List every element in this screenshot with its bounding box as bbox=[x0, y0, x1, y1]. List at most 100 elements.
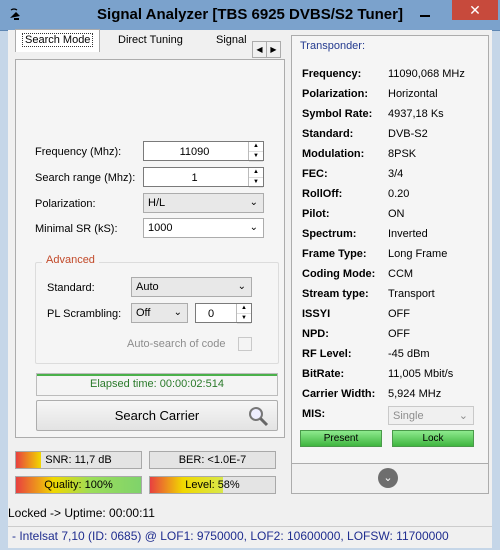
transponder-value: 8PSK bbox=[388, 148, 417, 160]
tab-label: Direct Tuning bbox=[118, 34, 183, 46]
tab-signal[interactable]: Signal bbox=[210, 30, 253, 50]
frequency-input[interactable]: 11090 ▲ ▼ bbox=[143, 141, 264, 162]
locked-status: Locked -> Uptime: 00:00:11 bbox=[8, 506, 155, 520]
pl-code-stepper[interactable]: ▲ ▼ bbox=[236, 304, 251, 324]
quality-text: Quality: 100% bbox=[44, 479, 113, 491]
transponder-value: 11090,068 MHz bbox=[388, 68, 465, 80]
pl-code-input[interactable]: 0 ▲ ▼ bbox=[195, 303, 252, 324]
tab-scroll-arrows: ◀ ▶ bbox=[252, 41, 281, 58]
transponder-key: ISSYI bbox=[302, 308, 331, 320]
satellite-info-bar: - Intelsat 7,10 (ID: 0685) @ LOF1: 97500… bbox=[8, 526, 492, 548]
transponder-value: 5,924 MHz bbox=[388, 388, 442, 400]
chevron-down-circle-icon: ⌄ bbox=[378, 468, 398, 488]
transponder-key: NPD: bbox=[302, 328, 329, 340]
transponder-key: Frame Type: bbox=[302, 248, 367, 260]
transponder-key: Coding Mode: bbox=[302, 268, 376, 280]
transponder-key: Stream type: bbox=[302, 288, 369, 300]
lock-indicator: Lock bbox=[392, 430, 474, 447]
transponder-value: OFF bbox=[388, 308, 410, 320]
auto-search-checkbox[interactable] bbox=[238, 337, 252, 351]
transponder-row: Modulation: 8PSK bbox=[302, 148, 482, 166]
chevron-down-icon[interactable]: ▼ bbox=[249, 152, 263, 162]
search-carrier-label: Search Carrier bbox=[114, 408, 200, 423]
advanced-title: Advanced bbox=[42, 254, 99, 266]
transponder-row: FEC: 3/4 bbox=[302, 168, 482, 186]
polarization-value: H/L bbox=[148, 197, 166, 209]
chevron-down-icon[interactable]: ▼ bbox=[249, 178, 263, 188]
minimal-sr-select[interactable]: 1000 ⌄ bbox=[143, 218, 264, 238]
transponder-key: RollOff: bbox=[302, 188, 343, 200]
tab-search-mode[interactable]: Search Mode bbox=[15, 29, 101, 52]
pl-code-value: 0 bbox=[208, 308, 215, 320]
transponder-key: Standard: bbox=[302, 128, 354, 140]
minimal-sr-value: 1000 bbox=[148, 222, 173, 234]
transponder-key: BitRate: bbox=[302, 368, 345, 380]
tab-scroll-left-icon[interactable]: ◀ bbox=[252, 41, 267, 58]
transponder-key: Pilot: bbox=[302, 208, 330, 220]
transponder-row: Spectrum: Inverted bbox=[302, 228, 482, 246]
transponder-row: Polarization: Horizontal bbox=[302, 88, 482, 106]
chevron-down-icon[interactable]: ▼ bbox=[237, 314, 251, 324]
transponder-key: Spectrum: bbox=[302, 228, 357, 240]
transponder-value: 3/4 bbox=[388, 168, 404, 180]
transponder-value: Inverted bbox=[388, 228, 428, 240]
standard-select[interactable]: Auto ⌄ bbox=[131, 277, 252, 297]
pl-scrambling-select[interactable]: Off ⌄ bbox=[131, 303, 188, 323]
standard-value: Auto bbox=[136, 281, 159, 293]
frequency-value: 11090 bbox=[179, 146, 210, 158]
tab-label: Search Mode bbox=[22, 33, 94, 47]
transponder-row: Symbol Rate: 4937,18 Ks bbox=[302, 108, 482, 126]
tab-scroll-right-icon[interactable]: ▶ bbox=[266, 41, 281, 58]
chevron-up-icon[interactable]: ▲ bbox=[237, 304, 251, 314]
mis-select[interactable]: Single ⌄ bbox=[388, 406, 474, 425]
chevron-down-icon: ⌄ bbox=[249, 197, 258, 208]
ber-text: BER: <1.0E-7 bbox=[178, 454, 247, 466]
transponder-value: -45 dBm bbox=[388, 348, 430, 360]
transponder-key: Modulation: bbox=[302, 148, 365, 160]
transponder-title: Transponder: bbox=[300, 40, 366, 52]
transponder-row: RF Level: -45 dBm bbox=[302, 348, 482, 366]
frequency-stepper[interactable]: ▲ ▼ bbox=[248, 142, 263, 162]
level-text: Level: 58% bbox=[185, 479, 240, 491]
transponder-value: Horizontal bbox=[388, 88, 438, 100]
transponder-row: Pilot: ON bbox=[302, 208, 482, 226]
polarization-select[interactable]: H/L ⌄ bbox=[143, 193, 264, 213]
search-range-input[interactable]: 1 ▲ ▼ bbox=[143, 167, 264, 188]
transponder-value: 0.20 bbox=[388, 188, 410, 200]
transponder-key: Frequency: bbox=[302, 68, 362, 80]
signal-analyzer-window: Signal Analyzer [TBS 6925 DVBS/S2 Tuner]… bbox=[0, 0, 500, 550]
transponder-key: Carrier Width: bbox=[302, 388, 376, 400]
transponder-key: FEC: bbox=[302, 168, 328, 180]
search-range-value: 1 bbox=[191, 172, 198, 184]
chevron-up-icon[interactable]: ▲ bbox=[249, 142, 263, 152]
transponder-row: Carrier Width: 5,924 MHz bbox=[302, 388, 482, 406]
transponder-key: MIS: bbox=[302, 408, 326, 420]
ber-meter: BER: <1.0E-7 bbox=[149, 451, 276, 469]
transponder-value: Transport bbox=[388, 288, 435, 300]
transponder-row: NPD: OFF bbox=[302, 328, 482, 346]
title-bar[interactable]: Signal Analyzer [TBS 6925 DVBS/S2 Tuner]… bbox=[0, 0, 500, 31]
search-carrier-button[interactable]: Search Carrier bbox=[36, 400, 278, 431]
search-range-stepper[interactable]: ▲ ▼ bbox=[248, 168, 263, 188]
auto-search-label: Auto-search of code bbox=[127, 338, 226, 350]
transponder-value: ON bbox=[388, 208, 405, 220]
transponder-value: 4937,18 Ks bbox=[388, 108, 444, 120]
close-button[interactable]: ✕ bbox=[452, 0, 498, 20]
chevron-down-icon: ⌄ bbox=[458, 410, 468, 422]
search-mode-panel: Frequency (Mhz): 11090 ▲ ▼ Search range (… bbox=[15, 59, 285, 438]
snr-text: SNR: 11,7 dB bbox=[45, 454, 112, 466]
quality-meter: Quality: 100% bbox=[15, 476, 142, 494]
elapsed-progress bbox=[37, 374, 277, 376]
minimal-sr-label: Minimal SR (kS): bbox=[35, 223, 118, 235]
pl-scrambling-label: PL Scrambling: bbox=[47, 308, 122, 320]
minimize-button[interactable] bbox=[420, 8, 434, 17]
transponder-value: OFF bbox=[388, 328, 410, 340]
transponder-row: Standard: DVB-S2 bbox=[302, 128, 482, 146]
magnifier-icon bbox=[249, 407, 269, 427]
expand-button[interactable]: ⌄ bbox=[291, 463, 489, 494]
chevron-up-icon[interactable]: ▲ bbox=[249, 168, 263, 178]
transponder-key: RF Level: bbox=[302, 348, 352, 360]
elapsed-time-bar: Elapsed time: 00:00:02:514 bbox=[36, 373, 278, 396]
tab-direct-tuning[interactable]: Direct Tuning bbox=[112, 30, 189, 50]
chevron-down-icon: ⌄ bbox=[237, 281, 246, 292]
